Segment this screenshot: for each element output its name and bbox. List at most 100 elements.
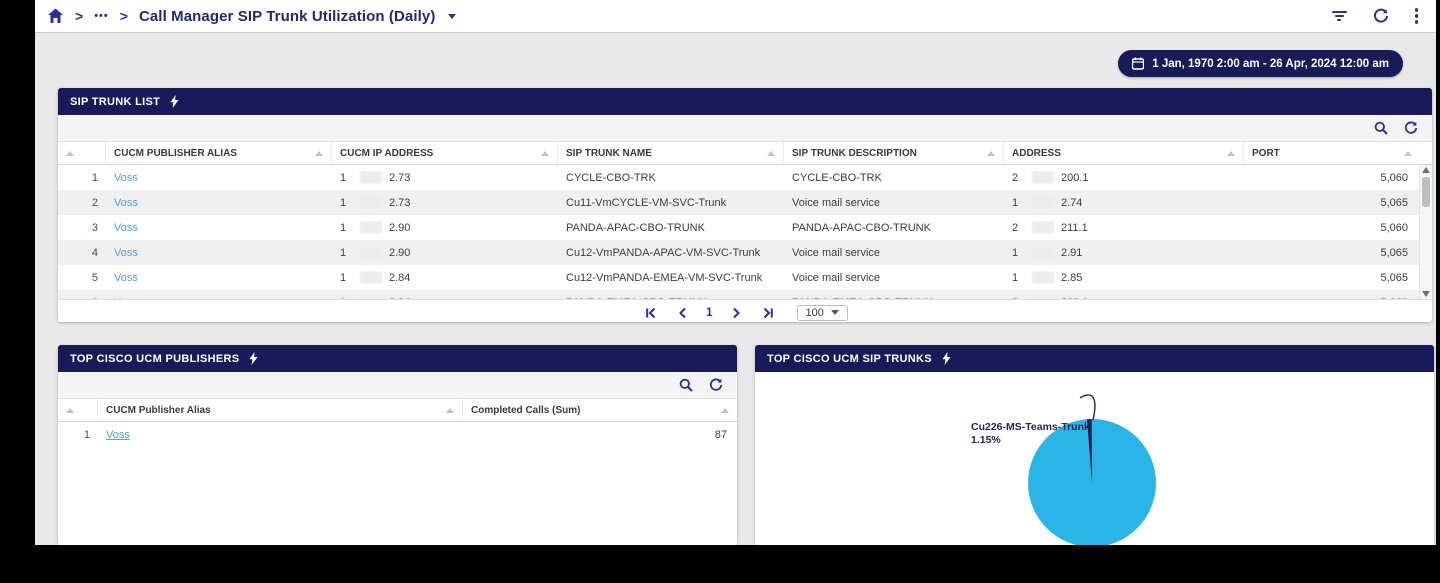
table-row[interactable]: 5 Voss 12.84 Cu12-VmPANDA-EMEA-VM-SVC-Tr…	[58, 265, 1432, 290]
vertical-scrollbar[interactable]	[1419, 165, 1432, 299]
column-completed-calls[interactable]: Completed Calls (Sum)	[463, 399, 737, 421]
pie-slice-name: Cu226-MS-Teams-Trunk	[971, 421, 1090, 434]
redacted-blur	[360, 246, 382, 259]
top-sip-trunks-title: TOP CISCO UCM SIP TRUNKS	[767, 353, 932, 365]
sort-caret-icon[interactable]	[767, 151, 775, 156]
sip-trunk-name-cell: Cu11-VmCYCLE-VM-SVC-Trunk	[558, 197, 784, 209]
port-cell: 5,065	[1244, 197, 1432, 209]
pagination: 1 100	[58, 300, 1432, 322]
sip-trunk-name-cell: PANDA-EMEA-CBO-TRUNK	[558, 297, 784, 301]
column-row-number	[58, 399, 98, 421]
publisher-alias-link[interactable]: Voss	[114, 272, 138, 284]
column-cucm-publisher-alias[interactable]: CUCM Publisher Alias	[98, 399, 463, 421]
first-page-button[interactable]	[642, 304, 660, 322]
publisher-alias-link[interactable]: Voss	[114, 222, 138, 234]
port-cell: 5,060	[1244, 222, 1432, 234]
pie-slice-label: Cu226-MS-Teams-Trunk 1.15%	[971, 421, 1090, 447]
publisher-alias-link[interactable]: Voss	[114, 197, 138, 209]
column-sip-trunk-name[interactable]: SIP TRUNK NAME	[558, 142, 784, 164]
redacted-blur	[1032, 271, 1054, 284]
cucm-ip-cell: 12.90	[332, 246, 558, 259]
sip-trunk-list-title: SIP TRUNK LIST	[70, 96, 160, 108]
table-refresh-icon[interactable]	[709, 378, 723, 392]
title-dropdown-caret-icon[interactable]	[448, 14, 456, 19]
search-icon[interactable]	[679, 378, 693, 392]
sort-caret-icon[interactable]	[987, 151, 995, 156]
sip-trunk-name-cell: Cu12-VmPANDA-APAC-VM-SVC-Trunk	[558, 247, 784, 259]
table-row[interactable]: 1 Voss 87	[58, 422, 737, 447]
filter-icon[interactable]	[1332, 11, 1347, 21]
column-cucm-publisher-alias[interactable]: CUCM PUBLISHER ALIAS	[106, 142, 332, 164]
sort-caret-icon[interactable]	[315, 151, 323, 156]
pie-chart-area: Cu226-MS-Teams-Trunk 1.15%	[755, 372, 1434, 545]
sort-caret-icon[interactable]	[446, 408, 454, 413]
redacted-blur	[1032, 296, 1054, 300]
publisher-alias-link[interactable]: Voss	[114, 297, 138, 301]
column-sip-trunk-description[interactable]: SIP TRUNK DESCRIPTION	[784, 142, 1004, 164]
page-size-value: 100	[806, 307, 824, 319]
column-cucm-ip-address[interactable]: CUCM IP ADDRESS	[332, 142, 558, 164]
redacted-blur	[360, 171, 382, 184]
sip-trunk-name-cell: PANDA-APAC-CBO-TRUNK	[558, 222, 784, 234]
redacted-blur	[1032, 221, 1054, 234]
lightning-bolt-icon[interactable]	[170, 95, 179, 108]
sort-caret-icon[interactable]	[541, 151, 549, 156]
cucm-ip-cell: 12.84	[332, 296, 558, 300]
scrollbar-thumb[interactable]	[1422, 177, 1430, 207]
publisher-alias-link[interactable]: Voss	[114, 172, 138, 184]
last-page-button[interactable]	[759, 304, 777, 322]
sip-trunk-table-header: CUCM PUBLISHER ALIAS CUCM IP ADDRESS SIP…	[58, 142, 1432, 165]
home-icon[interactable]	[47, 8, 64, 24]
sip-trunk-table-body: 1 Voss 12.73 CYCLE-CBO-TRK CYCLE-CBO-TRK…	[58, 165, 1432, 300]
sip-trunk-desc-cell: Voice mail service	[784, 247, 1004, 259]
sort-caret-icon[interactable]	[721, 408, 729, 413]
pie-chart[interactable]	[755, 372, 1434, 545]
column-address[interactable]: ADDRESS	[1004, 142, 1244, 164]
row-number: 5	[58, 272, 106, 284]
breadcrumb-separator-icon: >	[120, 8, 128, 24]
publisher-alias-link[interactable]: Voss	[106, 429, 130, 441]
row-number: 1	[58, 429, 98, 441]
sort-caret-icon[interactable]	[66, 408, 74, 413]
search-icon[interactable]	[1374, 121, 1388, 135]
next-page-button[interactable]	[727, 304, 745, 322]
row-number: 3	[58, 222, 106, 234]
sip-trunk-list-panel: SIP TRUNK LIST CUCM PUBLISHER ALIAS CUCM…	[58, 88, 1432, 322]
sort-caret-icon[interactable]	[1404, 151, 1412, 156]
date-range-picker[interactable]: 1 Jan, 1970 2:00 am - 26 Apr, 2024 12:00…	[1118, 50, 1403, 77]
top-publishers-header: TOP CISCO UCM PUBLISHERS	[58, 345, 737, 372]
redacted-blur	[360, 221, 382, 234]
table-row[interactable]: 1 Voss 12.73 CYCLE-CBO-TRK CYCLE-CBO-TRK…	[58, 165, 1432, 190]
address-cell: 12.85	[1004, 271, 1244, 284]
kebab-menu-icon[interactable]	[1415, 8, 1419, 24]
breadcrumb-collapsed-menu[interactable]: •••	[94, 10, 109, 22]
column-port[interactable]: PORT	[1244, 142, 1432, 164]
table-row[interactable]: 3 Voss 12.90 PANDA-APAC-CBO-TRUNK PANDA-…	[58, 215, 1432, 240]
cucm-ip-cell: 12.73	[332, 196, 558, 209]
table-row[interactable]: 4 Voss 12.90 Cu12-VmPANDA-APAC-VM-SVC-Tr…	[58, 240, 1432, 265]
table-row[interactable]: 6 Voss 12.84 PANDA-EMEA-CBO-TRUNK PANDA-…	[58, 290, 1432, 300]
scroll-down-icon[interactable]	[1422, 291, 1430, 297]
top-publishers-panel: TOP CISCO UCM PUBLISHERS CUCM Publisher …	[58, 345, 737, 545]
row-number: 2	[58, 197, 106, 209]
refresh-icon[interactable]	[1373, 8, 1389, 24]
page-size-select[interactable]: 100	[797, 305, 848, 321]
lightning-bolt-icon[interactable]	[942, 352, 951, 365]
address-cell: 2200.1	[1004, 171, 1244, 184]
publisher-alias-link[interactable]: Voss	[114, 247, 138, 259]
address-cell: 2211.1	[1004, 221, 1244, 234]
table-refresh-icon[interactable]	[1404, 121, 1418, 135]
sort-caret-icon[interactable]	[66, 151, 74, 156]
scroll-up-icon[interactable]	[1422, 167, 1430, 173]
lightning-bolt-icon[interactable]	[249, 352, 258, 365]
port-cell: 5,060	[1244, 297, 1432, 301]
sort-caret-icon[interactable]	[1227, 151, 1235, 156]
previous-page-button[interactable]	[674, 304, 692, 322]
dashboard-content: 1 Jan, 1970 2:00 am - 26 Apr, 2024 12:00…	[35, 33, 1436, 545]
address-cell: 12.91	[1004, 246, 1244, 259]
sip-trunk-desc-cell: PANDA-EMEA-CBO-TRUNK	[784, 297, 1004, 301]
table-row[interactable]: 2 Voss 12.73 Cu11-VmCYCLE-VM-SVC-Trunk V…	[58, 190, 1432, 215]
page-title[interactable]: Call Manager SIP Trunk Utilization (Dail…	[139, 8, 435, 25]
breadcrumb-separator-icon: >	[75, 8, 83, 24]
redacted-blur	[1032, 171, 1054, 184]
